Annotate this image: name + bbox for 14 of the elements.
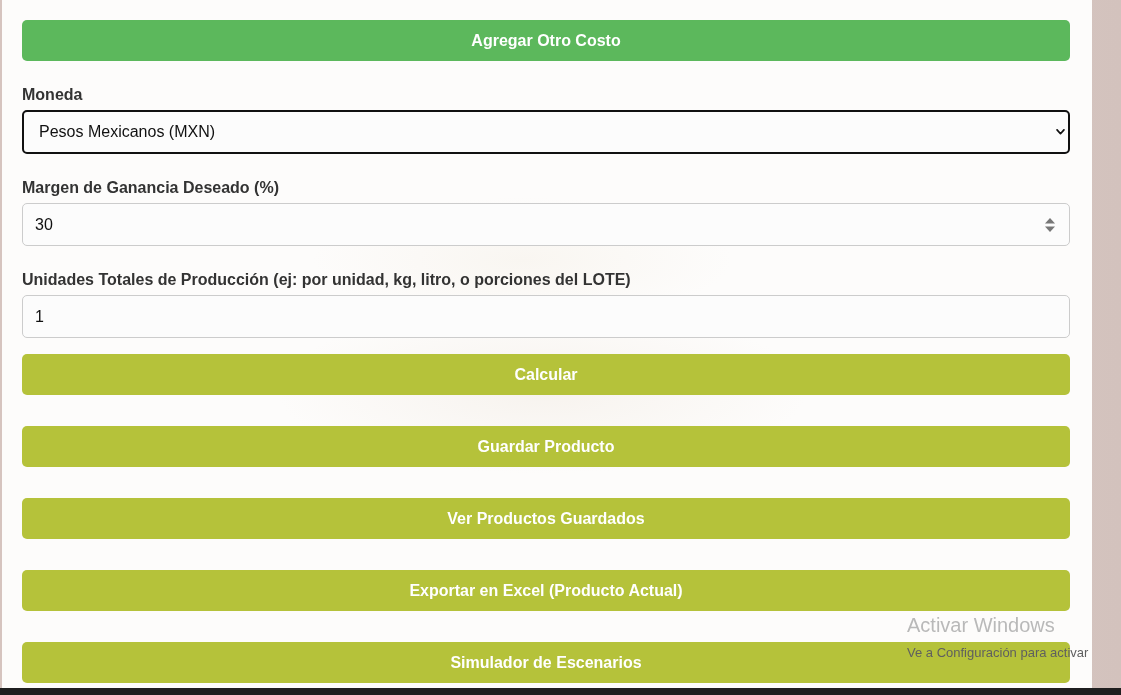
field-label: Unidades Totales de Producción (ej: por unidad, kg, litro, o porciones del LOTE) — [22, 271, 632, 289]
add-cost-button[interactable]: Agregar Otro Costo — [22, 20, 1070, 61]
spinner-arrows-icon — [1045, 217, 1055, 232]
field-label: Margen de Ganancia Deseado (%) — [22, 179, 280, 197]
action-button[interactable]: Guardar Producto — [22, 426, 1070, 467]
input-field[interactable]: 1 — [22, 295, 1070, 338]
action-button[interactable]: Exportar en Excel (Producto Actual) — [22, 570, 1070, 611]
action-button[interactable]: Calcular — [22, 354, 1070, 395]
number-field[interactable]: 30 — [22, 203, 1070, 246]
currency-select[interactable]: Pesos Mexicanos (MXN) — [22, 110, 1070, 154]
chevron-down-icon — [1056, 129, 1065, 135]
activation-title: Activar Windows — [907, 613, 1056, 637]
field-label: Moneda — [22, 86, 84, 104]
action-button[interactable]: Ver Productos Guardados — [22, 498, 1070, 539]
